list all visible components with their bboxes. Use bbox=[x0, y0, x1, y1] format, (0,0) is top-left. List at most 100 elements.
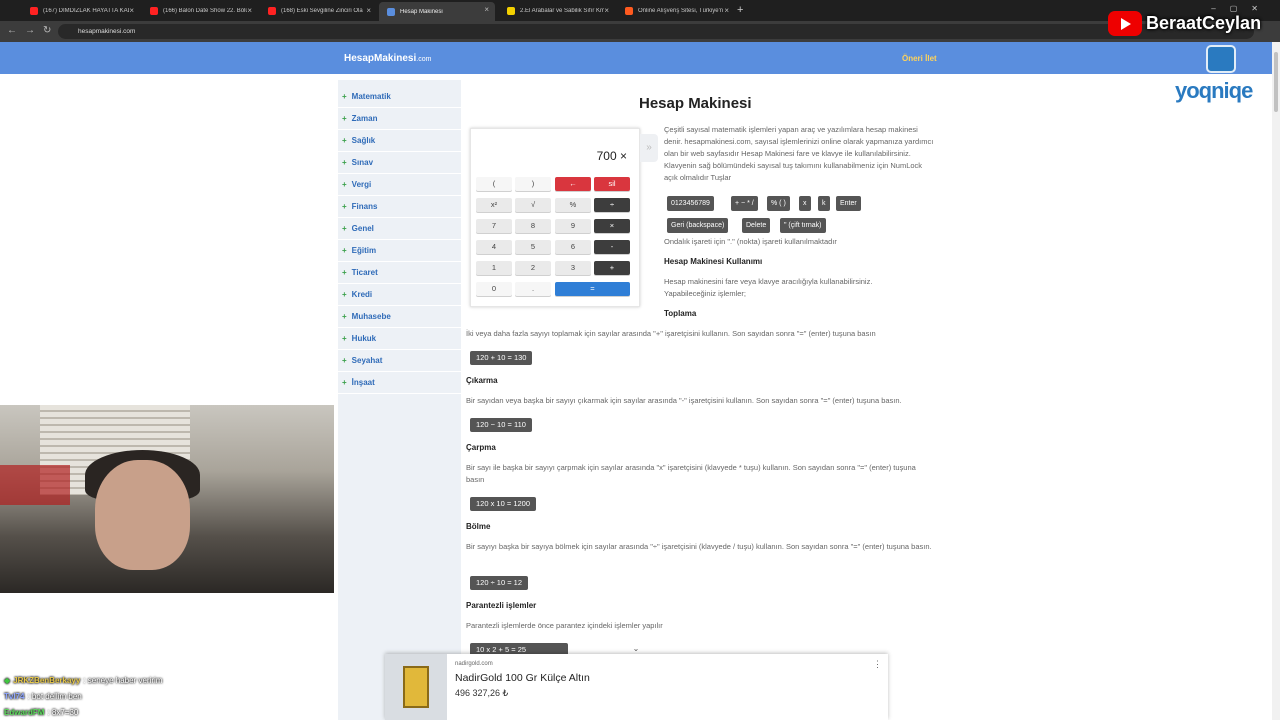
calc-key[interactable]: 8 bbox=[515, 219, 551, 233]
browser-tab[interactable]: (168) Eski Sevgiline Zinciri Ola × bbox=[260, 3, 377, 18]
calc-key[interactable]: ÷ bbox=[594, 198, 630, 212]
category-sidebar: + Matematik + Zaman + Sağlık + Sınav + Vergi + Fina… bbox=[338, 80, 461, 720]
sidebar-item[interactable]: + Finans bbox=[338, 196, 461, 218]
chat-message: Tvl74: bot dellim ben bbox=[0, 688, 330, 704]
url-field[interactable]: hesapmakinesi.com bbox=[58, 24, 1254, 39]
forward-icon[interactable]: → bbox=[25, 25, 35, 36]
ad-title[interactable]: NadirGold 100 Gr Külçe Altın bbox=[455, 672, 590, 684]
calc-key[interactable]: ← bbox=[555, 177, 591, 191]
tab-close-icon[interactable]: × bbox=[247, 6, 252, 15]
calc-key[interactable]: x² bbox=[476, 198, 512, 212]
tab-favicon-icon bbox=[268, 6, 276, 15]
plus-icon: + bbox=[342, 356, 347, 365]
calculator-display: 700 × bbox=[476, 147, 633, 166]
sidebar-item[interactable]: + Genel bbox=[338, 218, 461, 240]
watermark-text: yoqniqe bbox=[1175, 78, 1253, 103]
tab-favicon-icon bbox=[30, 6, 38, 15]
sidebar-item[interactable]: + Vergi bbox=[338, 174, 461, 196]
calc-key[interactable]: 3 bbox=[555, 261, 591, 275]
sidebar-item[interactable]: + Kredi bbox=[338, 284, 461, 306]
tab-close-icon[interactable]: × bbox=[724, 6, 729, 15]
calc-key[interactable]: - bbox=[594, 240, 630, 254]
calc-key[interactable]: 0 bbox=[476, 282, 512, 296]
sidebar-item-label: Eğitim bbox=[351, 246, 377, 255]
sidebar-item[interactable]: + İnşaat bbox=[338, 372, 461, 394]
sidebar-item[interactable]: + Sınav bbox=[338, 152, 461, 174]
calc-key[interactable]: 2 bbox=[515, 261, 551, 275]
calc-key[interactable]: + bbox=[594, 261, 630, 275]
browser-tab[interactable]: Online Alışveriş Sitesi, Türkiye'n × bbox=[617, 3, 735, 18]
plus-icon: + bbox=[342, 378, 347, 387]
new-tab-button[interactable]: + bbox=[737, 4, 743, 16]
site-logo[interactable]: HesapMakinesi.com bbox=[344, 53, 431, 64]
channel-name: BeraatCeylan bbox=[1146, 13, 1262, 33]
sidebar-item-label: Kredi bbox=[351, 290, 373, 299]
calc-key[interactable]: 6 bbox=[555, 240, 591, 254]
page-title: Hesap Makinesi bbox=[639, 95, 752, 112]
calc-key[interactable]: × bbox=[594, 219, 630, 233]
reload-icon[interactable]: ↻ bbox=[43, 25, 51, 36]
section-heading: Toplama bbox=[664, 309, 697, 318]
calc-key[interactable]: √ bbox=[515, 198, 551, 212]
calc-key[interactable]: 1 bbox=[476, 261, 512, 275]
sidebar-item[interactable]: + Zaman bbox=[338, 108, 461, 130]
tab-close-icon[interactable]: × bbox=[129, 6, 134, 15]
calc-key[interactable]: . bbox=[515, 282, 551, 296]
tab-close-icon[interactable]: × bbox=[604, 6, 609, 15]
back-icon[interactable]: ← bbox=[7, 25, 17, 36]
tab-favicon-icon bbox=[387, 7, 395, 16]
browser-tab[interactable]: (166) Balon Date Show 22. Bölü × bbox=[142, 3, 258, 18]
sidebar-item[interactable]: + Matematik bbox=[338, 86, 461, 108]
sidebar-item-label: Muhasebe bbox=[351, 312, 391, 321]
plus-icon: + bbox=[342, 180, 347, 189]
gold-bar-image bbox=[403, 666, 429, 708]
plus-icon: + bbox=[342, 246, 347, 255]
sidebar-item[interactable]: + Muhasebe bbox=[338, 306, 461, 328]
calc-key[interactable]: 5 bbox=[515, 240, 551, 254]
watermark: yoqniqe bbox=[1175, 45, 1275, 107]
example-badge: 120 ÷ 10 = 12 bbox=[470, 576, 529, 590]
usage-heading: Hesap Makinesi Kullanımı bbox=[664, 257, 763, 266]
sidebar-item[interactable]: + Ticaret bbox=[338, 262, 461, 284]
sidebar-item-label: Sınav bbox=[351, 158, 374, 167]
calc-key[interactable]: ) bbox=[515, 177, 551, 191]
chat-badge-icon: ◆ bbox=[4, 675, 11, 685]
sidebar-item-label: İnşaat bbox=[351, 378, 375, 387]
ad-price: 496 327,26 ₺ bbox=[455, 688, 509, 698]
key-label-button: x bbox=[799, 196, 811, 211]
ad-banner[interactable]: nadirgold.com NadirGold 100 Gr Külçe Alt… bbox=[385, 654, 888, 720]
watermark-icon bbox=[1206, 45, 1236, 73]
sidebar-item[interactable]: + Hukuk bbox=[338, 328, 461, 350]
browser-tab[interactable]: Hesap Makinesi × bbox=[379, 2, 495, 21]
calc-key[interactable]: = bbox=[555, 282, 630, 296]
page-scrollbar[interactable] bbox=[1272, 42, 1280, 720]
key-label-button: % ( ) bbox=[767, 196, 790, 211]
sidebar-item[interactable]: + Eğitim bbox=[338, 240, 461, 262]
calc-key[interactable]: % bbox=[555, 198, 591, 212]
calc-key[interactable]: 9 bbox=[555, 219, 591, 233]
tab-close-icon[interactable]: × bbox=[366, 6, 371, 15]
browser-tab[interactable]: (167) DIMDIZLAK HAYATTA KAL × bbox=[22, 3, 140, 18]
tab-title: (166) Balon Date Show 22. Bölü bbox=[163, 7, 247, 14]
sidebar-item[interactable]: + Sağlık bbox=[338, 130, 461, 152]
tab-favicon-icon bbox=[507, 6, 515, 15]
youtube-play-icon bbox=[1108, 11, 1142, 36]
suggest-link[interactable]: Öneri İlet bbox=[902, 54, 937, 63]
calc-key[interactable]: sil bbox=[594, 177, 630, 191]
calculator-expand-icon[interactable]: » bbox=[640, 134, 658, 162]
section-heading: Parantezli işlemler bbox=[466, 601, 537, 610]
tab-close-icon[interactable]: × bbox=[484, 5, 489, 14]
browser-tab[interactable]: 2.El Arabalar ve Sabilik Sıfır Km × bbox=[499, 3, 615, 18]
sidebar-item[interactable]: + Seyahat bbox=[338, 350, 461, 372]
scrollbar-thumb[interactable] bbox=[1274, 52, 1278, 112]
tab-title: 2.El Arabalar ve Sabilik Sıfır Km bbox=[520, 7, 604, 14]
tab-favicon-icon bbox=[625, 6, 633, 15]
example-badge: 120 x 10 = 1200 bbox=[470, 497, 537, 511]
calc-key[interactable]: ( bbox=[476, 177, 512, 191]
clear-icon[interactable]: × bbox=[620, 149, 627, 163]
section-text: İki veya daha fazla sayıyı toplamak için… bbox=[466, 329, 876, 338]
calc-key[interactable]: 4 bbox=[476, 240, 512, 254]
calc-key[interactable]: 7 bbox=[476, 219, 512, 233]
key-label-button: + − * / bbox=[731, 196, 758, 211]
ad-more-icon[interactable]: ⋮ bbox=[873, 659, 882, 670]
